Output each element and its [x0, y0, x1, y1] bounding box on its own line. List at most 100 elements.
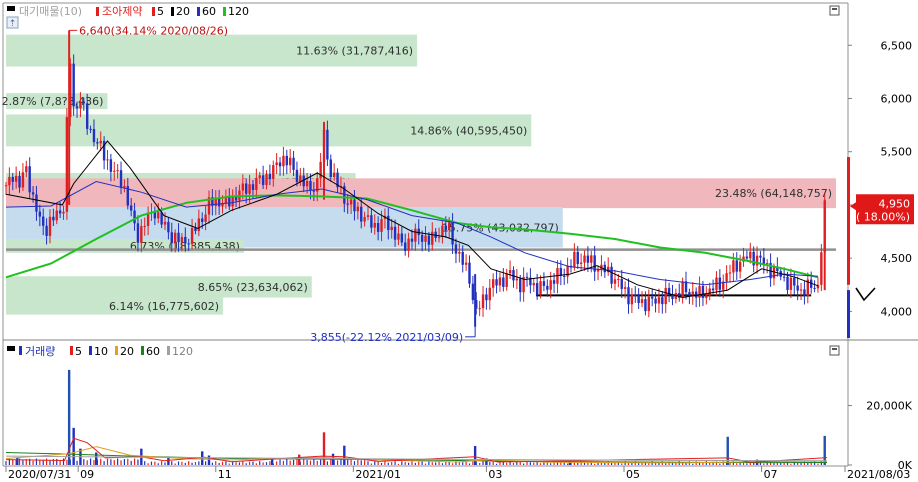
- candle-body: [444, 225, 448, 231]
- candle-body: [329, 159, 332, 178]
- time-tick-label: 05: [626, 468, 640, 481]
- candle-body: [657, 297, 661, 304]
- candle-body: [573, 251, 576, 268]
- volume-profile-label: 8.65% (23,634,062): [198, 281, 308, 294]
- candle-body: [272, 165, 275, 179]
- candle-body: [261, 175, 265, 185]
- time-tick-label: 2021/08/03: [847, 468, 910, 481]
- price-legend: 대기매물(10) 조아제약 5 20 60 120: [19, 4, 249, 18]
- candle-body: [177, 232, 180, 243]
- candle-body: [173, 232, 177, 244]
- volume-panel-menu-icon[interactable]: [7, 346, 15, 351]
- candle-body: [157, 212, 160, 219]
- price-panel-maximize-glyph: [832, 8, 837, 10]
- candle-body: [393, 226, 397, 240]
- candle-body: [295, 169, 299, 182]
- price-panel-maximize-icon[interactable]: [829, 5, 840, 16]
- candle-body: [373, 222, 376, 228]
- candle-body: [376, 222, 380, 232]
- candle-body: [85, 103, 89, 129]
- candle-body: [586, 255, 590, 263]
- candle-body: [258, 175, 261, 179]
- candle-body: [48, 216, 52, 236]
- candle-body: [136, 223, 140, 243]
- volume-spike: [473, 445, 477, 465]
- candle-body: [579, 262, 583, 264]
- candle-body: [190, 228, 194, 245]
- candle-body: [360, 206, 363, 222]
- candle-body: [762, 257, 766, 265]
- price-ma-swatch: [152, 7, 155, 16]
- candle-body: [163, 221, 167, 225]
- candle-body: [72, 63, 75, 107]
- candle-body: [634, 294, 637, 296]
- candle-body: [309, 180, 312, 191]
- candle-body: [265, 174, 268, 185]
- candle-body: [21, 172, 25, 188]
- candle-body: [701, 285, 705, 298]
- time-tick-label: 03: [488, 468, 502, 481]
- price-range-bar-down: [847, 290, 850, 338]
- candle-body: [228, 196, 231, 207]
- price-ma-label: 20: [176, 5, 190, 18]
- candle-body: [96, 142, 99, 144]
- volume-profile-bar: [6, 178, 836, 209]
- price-ma-label: 60: [202, 5, 216, 18]
- candle-body: [782, 276, 786, 278]
- candle-body: [18, 175, 21, 188]
- candle-body: [617, 279, 620, 281]
- candle-body: [414, 228, 417, 242]
- candle-body: [539, 281, 542, 295]
- candle-body: [711, 288, 715, 291]
- candle-body: [759, 255, 762, 258]
- candle-body: [424, 235, 427, 242]
- candle-body: [661, 297, 664, 305]
- candle-body: [410, 238, 414, 242]
- low-annotation: 3,855(-22.12% 2021/03/09): [310, 331, 463, 344]
- candle-body: [170, 232, 173, 244]
- volume-ma-swatch: [89, 346, 92, 355]
- candle-body: [688, 292, 691, 296]
- time-tick-label: 2021/01: [355, 468, 401, 481]
- price-panel-menu-icon[interactable]: [7, 6, 15, 11]
- candle-body: [14, 175, 18, 182]
- time-tick-label: 2020/07/31: [8, 468, 71, 481]
- price-ma-swatch: [171, 7, 174, 16]
- candle-body: [35, 194, 38, 212]
- candle-body: [89, 128, 92, 130]
- candle-body: [305, 180, 309, 187]
- candle-body: [407, 238, 410, 251]
- volume-ma-swatch: [167, 346, 170, 355]
- volume-spike: [322, 432, 326, 465]
- candle-body: [820, 252, 823, 285]
- volume-profile-label: 6.14% (16,775,602): [109, 300, 219, 313]
- candle-body: [363, 216, 366, 222]
- candle-body: [546, 285, 549, 290]
- candle-body: [353, 199, 356, 212]
- scroll-up-glyph: ⇡: [9, 19, 17, 29]
- candle-body: [458, 251, 461, 254]
- candle-body: [495, 279, 498, 286]
- candle-body: [451, 222, 454, 245]
- candle-body: [461, 251, 464, 265]
- candle-body: [55, 210, 58, 221]
- candle-body: [180, 236, 184, 243]
- candle-body: [349, 199, 353, 205]
- candle-body: [488, 287, 491, 301]
- candle-body: [62, 211, 65, 214]
- candle-body: [255, 178, 258, 190]
- candle-body: [799, 289, 803, 291]
- candle-body: [478, 308, 481, 310]
- candle-body: [332, 172, 336, 178]
- volume-panel-maximize-icon[interactable]: [829, 345, 840, 356]
- candle-body: [31, 192, 35, 195]
- volume-ma-swatch: [70, 346, 73, 355]
- candle-body: [82, 101, 86, 104]
- candle-body: [248, 184, 251, 194]
- price-range-bar-up: [847, 157, 850, 285]
- candle-body: [502, 277, 505, 287]
- candle-body: [620, 279, 623, 289]
- candle-body: [515, 278, 519, 281]
- candle-body: [201, 218, 204, 222]
- time-tick-label: 07: [764, 468, 778, 481]
